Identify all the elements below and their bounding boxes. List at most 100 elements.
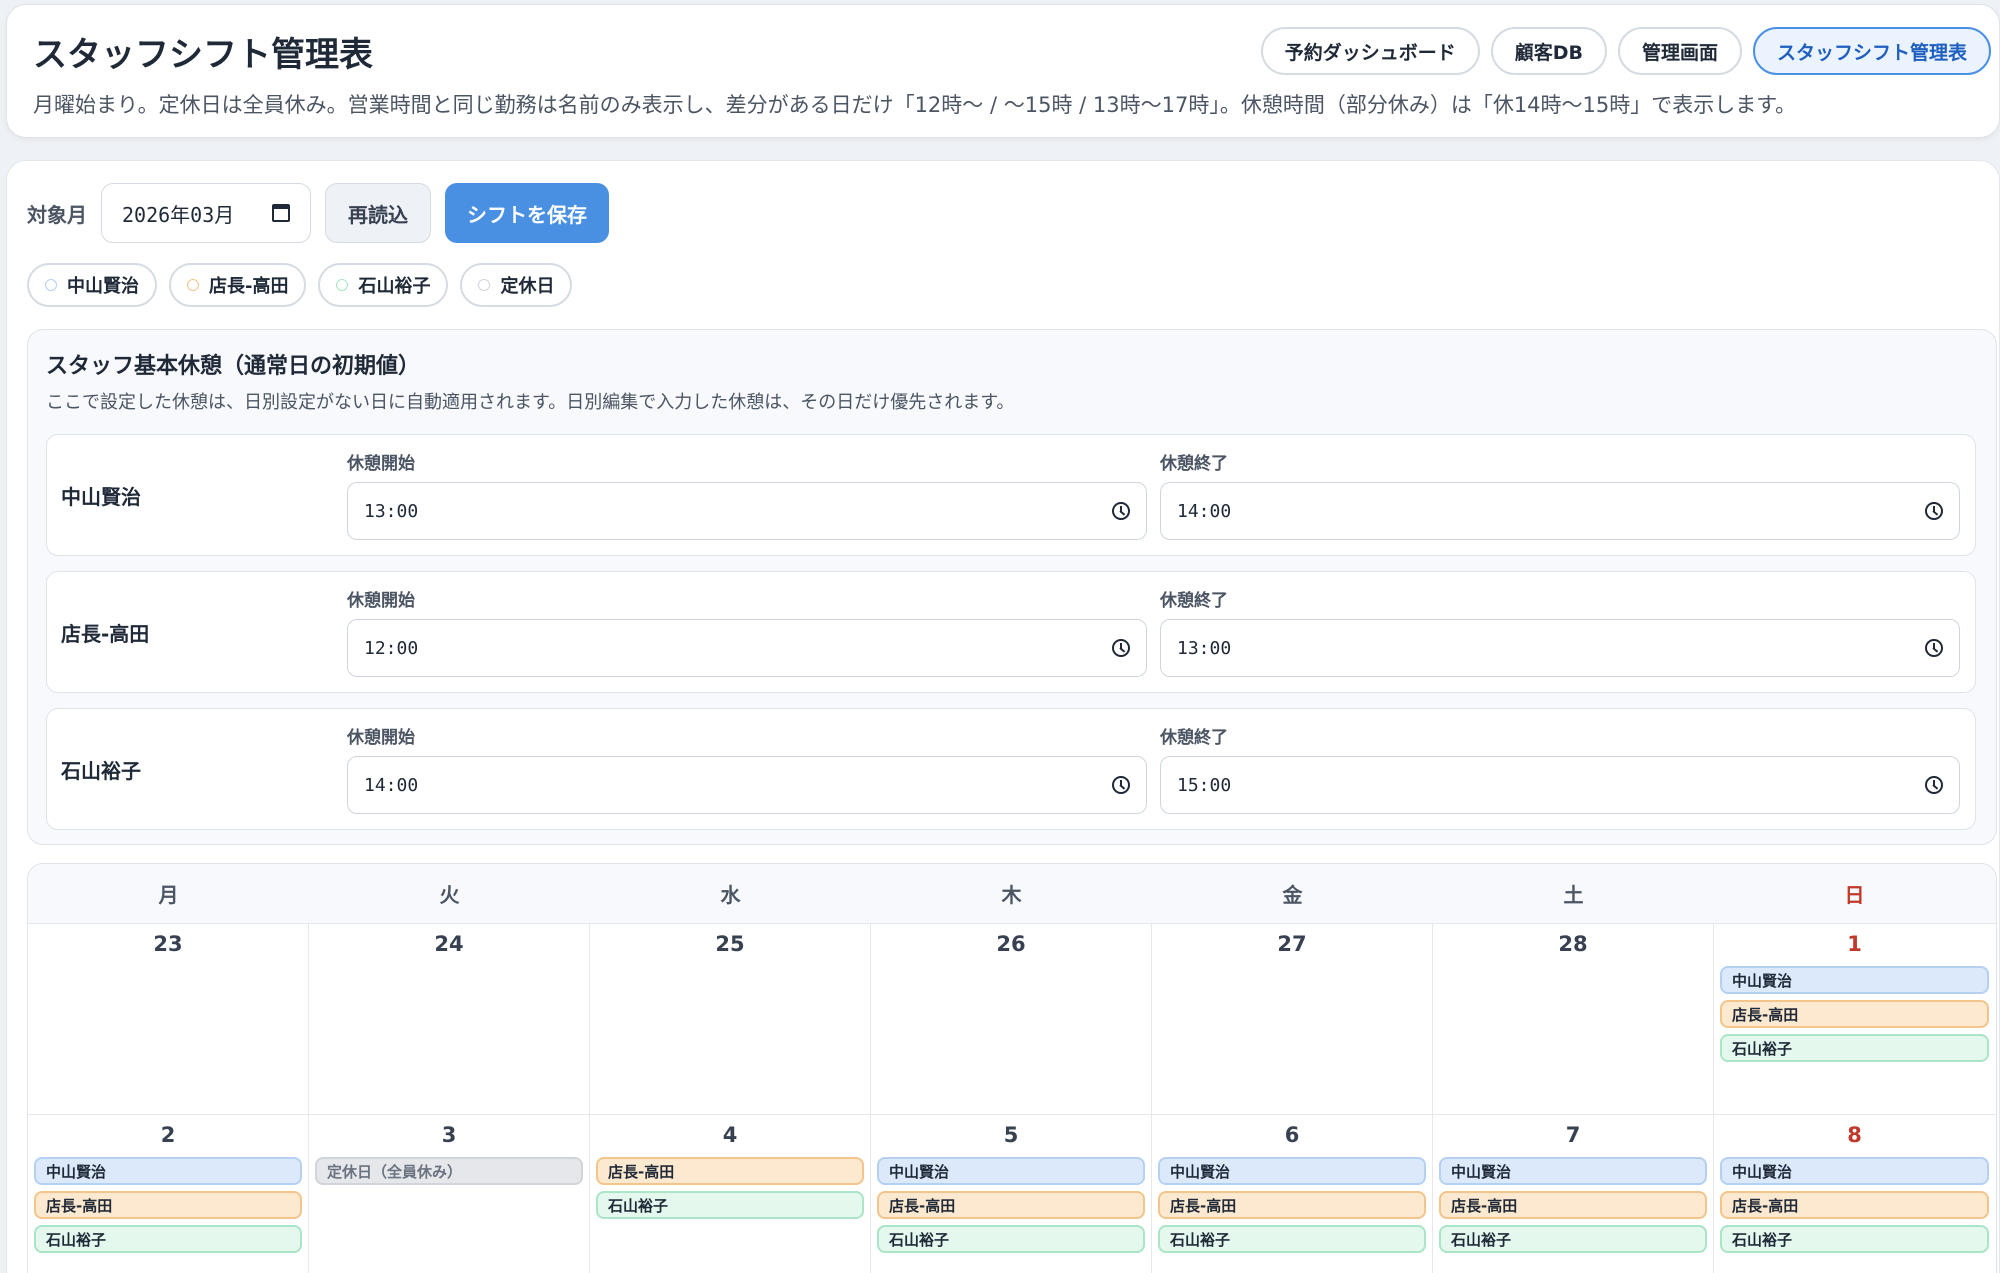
day-number: 28 — [1558, 932, 1588, 956]
month-picker[interactable]: 2026年03月 — [101, 183, 311, 243]
shift-pill[interactable]: 中山賢治 — [1439, 1157, 1707, 1185]
day-number: 27 — [1277, 932, 1307, 956]
calendar-day-cell[interactable]: 2 中山賢治 店長-高田 石山裕子 — [28, 1115, 309, 1273]
closed-day-pill[interactable]: 定休日（全員休み） — [315, 1157, 583, 1185]
shift-pill[interactable]: 店長-高田 — [34, 1191, 302, 1219]
shift-pill[interactable]: 中山賢治 — [877, 1157, 1145, 1185]
calendar-icon[interactable] — [272, 204, 290, 222]
weekday-label: 日 — [1844, 883, 1865, 907]
break-start-value: 13:00 — [364, 500, 419, 522]
shift-pill[interactable]: 店長-高田 — [1720, 1191, 1989, 1219]
calendar-day-cell[interactable]: 24 — [309, 924, 590, 1114]
break-start-field: 休憩開始 13:00 — [347, 449, 1147, 540]
legend-label: 店長-高田 — [209, 276, 289, 297]
calendar-day-cell[interactable]: 28 — [1433, 924, 1714, 1114]
clock-icon[interactable] — [1112, 639, 1130, 657]
calendar-day-cell[interactable]: 26 — [871, 924, 1152, 1114]
top-nav: 予約ダッシュボード 顧客DB 管理画面 スタッフシフト管理表 — [1260, 27, 1991, 75]
shift-pill[interactable]: 石山裕子 — [34, 1225, 302, 1253]
staff-name: 石山裕子 — [61, 759, 141, 783]
legend-dot-icon — [478, 279, 491, 291]
staff-break-row: 石山裕子 休憩開始 14:00 休憩終了 15:00 — [46, 708, 1976, 830]
shift-pill[interactable]: 石山裕子 — [1720, 1225, 1989, 1253]
break-end-input[interactable]: 13:00 — [1160, 619, 1960, 677]
nav-customer-db[interactable]: 顧客DB — [1490, 27, 1607, 75]
month-value: 2026年03月 — [122, 202, 235, 227]
header-card: スタッフシフト管理表 月曜始まり。定休日は全員休み。営業時間と同じ勤務は名前のみ… — [6, 4, 2000, 138]
calendar-day-cell[interactable]: 6 中山賢治店長-高田石山裕子 — [1152, 1115, 1433, 1273]
staff-break-row: 店長-高田 休憩開始 12:00 休憩終了 13:00 — [46, 571, 1976, 693]
day-number: 23 — [153, 932, 183, 956]
break-start-value: 14:00 — [364, 774, 419, 796]
calendar-day-cell[interactable]: 1 中山賢治店長-高田石山裕子 — [1714, 924, 1995, 1114]
shift-pill[interactable]: 石山裕子 — [596, 1191, 864, 1219]
weekday-label: 水 — [720, 883, 741, 907]
shift-pill[interactable]: 店長-高田 — [596, 1157, 864, 1185]
nav-admin[interactable]: 管理画面 — [1617, 27, 1742, 75]
legend-label: 定休日 — [500, 276, 555, 297]
break-start-field: 休憩開始 14:00 — [347, 723, 1147, 814]
legend-dot-icon — [187, 279, 199, 291]
legend-dot-icon — [336, 279, 349, 291]
day-number: 1 — [1847, 932, 1862, 956]
shift-pill[interactable]: 中山賢治 — [1720, 1157, 1989, 1185]
weekday-label: 土 — [1563, 883, 1584, 907]
break-end-field: 休憩終了 15:00 — [1160, 723, 1960, 814]
break-end-input[interactable]: 15:00 — [1160, 756, 1960, 814]
calendar-day-cell[interactable]: 27 — [1152, 924, 1433, 1114]
clock-icon[interactable] — [1112, 502, 1130, 520]
shift-pill[interactable]: 石山裕子 — [877, 1225, 1145, 1253]
shift-pill[interactable]: 店長-高田 — [877, 1191, 1145, 1219]
shift-pill[interactable]: 店長-高田 — [1439, 1191, 1707, 1219]
day-number: 8 — [1847, 1123, 1862, 1147]
break-end-label: 休憩終了 — [1160, 591, 1228, 611]
clock-icon[interactable] — [1925, 502, 1943, 520]
calendar-day-cell[interactable]: 4 店長-高田石山裕子 — [590, 1115, 871, 1273]
page-description: 月曜始まり。定休日は全員休み。営業時間と同じ勤務は名前のみ表示し、差分がある日だ… — [33, 93, 1797, 117]
calendar-day-cell[interactable]: 5 中山賢治店長-高田石山裕子 — [871, 1115, 1152, 1273]
break-start-input[interactable]: 13:00 — [347, 482, 1147, 540]
clock-icon[interactable] — [1925, 639, 1943, 657]
calendar-day-cell[interactable]: 8 中山賢治店長-高田石山裕子 — [1714, 1115, 1995, 1273]
main-panel: 対象月 2026年03月 再読込 シフトを保存 中山賢治 店長-高田 石山裕子 定休日… — [6, 160, 2000, 1273]
break-start-label: 休憩開始 — [347, 454, 415, 474]
shift-pill[interactable]: 中山賢治 — [1158, 1157, 1426, 1185]
nav-staff-shift[interactable]: スタッフシフト管理表 — [1752, 27, 1991, 75]
calendar-day-cell[interactable]: 25 — [590, 924, 871, 1114]
shift-pill[interactable]: 中山賢治 — [1720, 966, 1989, 994]
legend-chip[interactable]: 定休日 — [460, 263, 573, 307]
legend-chip[interactable]: 中山賢治 — [27, 263, 157, 307]
day-number: 4 — [722, 1123, 738, 1147]
shift-pill[interactable]: 石山裕子 — [1439, 1225, 1707, 1253]
break-start-input[interactable]: 14:00 — [347, 756, 1147, 814]
shift-pill[interactable]: 石山裕子 — [1720, 1034, 1989, 1062]
save-shift-button[interactable]: シフトを保存 — [445, 183, 609, 243]
break-end-field: 休憩終了 14:00 — [1160, 449, 1960, 540]
nav-reservation-dashboard[interactable]: 予約ダッシュボード — [1260, 27, 1480, 75]
page-title: スタッフシフト管理表 — [33, 35, 373, 75]
legend-label: 石山裕子 — [358, 276, 431, 297]
weekday-label: 火 — [439, 883, 460, 907]
day-number: 25 — [715, 932, 745, 956]
legend-label: 中山賢治 — [67, 276, 139, 297]
break-end-label: 休憩終了 — [1160, 728, 1228, 748]
legend-chip[interactable]: 店長-高田 — [169, 263, 307, 307]
shift-pill[interactable]: 中山賢治 — [34, 1157, 302, 1185]
day-number: 6 — [1284, 1123, 1300, 1147]
legend-chip[interactable]: 石山裕子 — [318, 263, 449, 307]
break-start-field: 休憩開始 12:00 — [347, 586, 1147, 677]
shift-pill[interactable]: 店長-高田 — [1720, 1000, 1989, 1028]
break-start-input[interactable]: 12:00 — [347, 619, 1147, 677]
break-end-input[interactable]: 14:00 — [1160, 482, 1960, 540]
calendar-day-cell[interactable]: 23 — [28, 924, 309, 1114]
clock-icon[interactable] — [1112, 776, 1130, 794]
weekday-header: 月火水木金土日 — [28, 864, 1996, 924]
break-end-field: 休憩終了 13:00 — [1160, 586, 1960, 677]
shift-pill[interactable]: 石山裕子 — [1158, 1225, 1426, 1253]
calendar-day-cell[interactable]: 3 定休日（全員休み） — [309, 1115, 590, 1273]
shift-pill[interactable]: 店長-高田 — [1158, 1191, 1426, 1219]
reload-button[interactable]: 再読込 — [325, 183, 431, 243]
clock-icon[interactable] — [1925, 776, 1943, 794]
calendar-day-cell[interactable]: 7 中山賢治 店長-高田 石山裕子 — [1433, 1115, 1714, 1273]
day-number: 5 — [1003, 1123, 1019, 1147]
